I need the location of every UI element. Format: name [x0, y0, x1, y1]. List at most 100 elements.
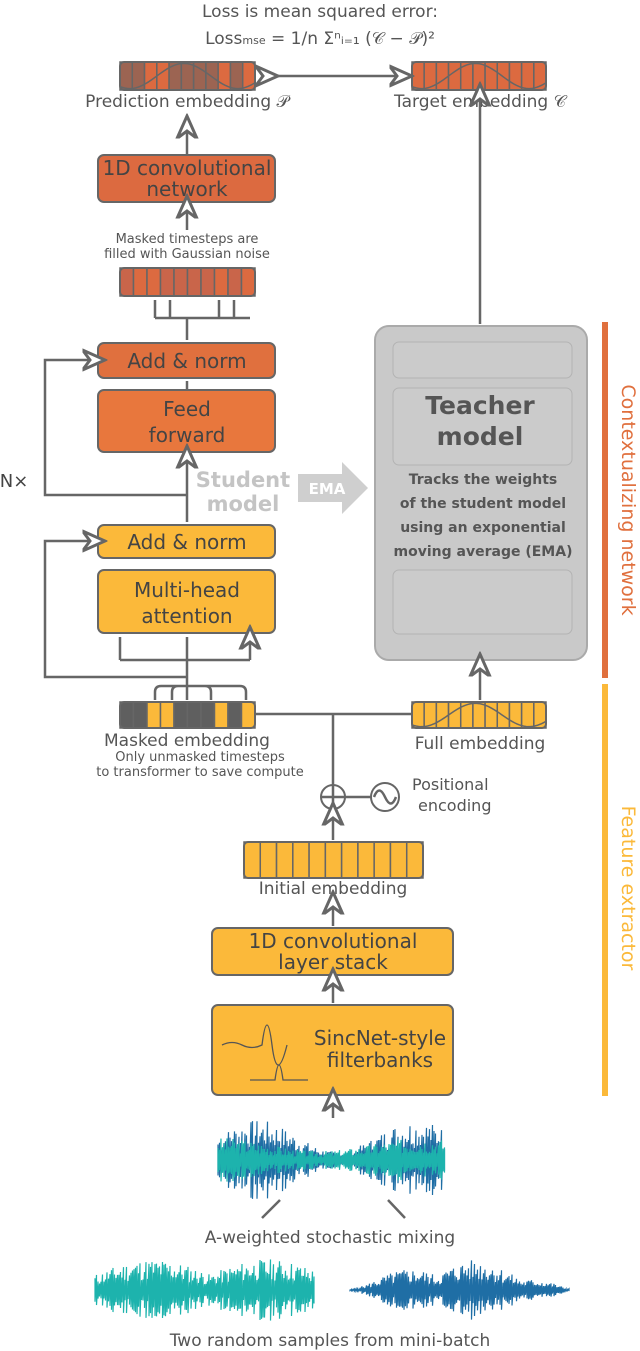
teacher-title: Teacher [425, 391, 535, 420]
embedding-cell [389, 841, 408, 879]
embedding-cell [275, 841, 294, 879]
add-norm-bottom-label: Add & norm [127, 530, 246, 554]
embedding-cell [324, 841, 343, 879]
embedding-cell [146, 267, 162, 297]
sincnet-label: filterbanks [327, 1048, 433, 1072]
teacher-layer [392, 569, 573, 635]
embedding-cell [132, 701, 148, 729]
embedding-cell [259, 841, 278, 879]
mixed-waveform [217, 1121, 446, 1199]
noise-filled-embedding [119, 267, 256, 297]
embedding-cell [240, 701, 256, 729]
embedding-cell [292, 841, 310, 879]
mha-label: Multi-head [134, 578, 240, 602]
sample-waveform-teal [94, 1259, 315, 1321]
embedding-cell [447, 61, 462, 91]
context-label: Contextualizing network [617, 384, 639, 615]
embedding-cell [119, 267, 135, 297]
embedding-cell [411, 61, 425, 91]
initial-embedding [243, 841, 424, 879]
embedding-cell [240, 267, 256, 297]
conv-stack-label: layer stack [278, 950, 388, 974]
teacher-desc: moving average (EMA) [394, 544, 573, 560]
embedding-cell [508, 701, 523, 729]
student-label: model [207, 492, 280, 516]
masked-embedding [119, 701, 256, 729]
embedding-cell [156, 61, 170, 91]
embedding-cell [200, 267, 216, 297]
teacher-layer [392, 341, 573, 379]
embedding-cell [373, 841, 392, 879]
masked-sub: Only unmasked timesteps [115, 750, 285, 765]
masked-note: Masked timesteps are [116, 232, 259, 247]
feature-label: Feature extractor [617, 806, 639, 971]
embedding-cell [186, 267, 202, 297]
feed-forward-label: forward [149, 423, 226, 447]
n-times-label: N× [0, 471, 28, 492]
embedding-cell [472, 61, 486, 91]
student-label: Student [196, 468, 290, 492]
teacher-title: model [437, 422, 524, 451]
masked-label: Masked embedding [104, 731, 270, 751]
masked-note: filled with Gaussian noise [104, 247, 270, 262]
samples-label: Two random samples from mini-batch [169, 1331, 491, 1351]
teacher-desc: Tracks the weights [409, 472, 557, 488]
embedding-cell [143, 61, 158, 91]
teacher-desc: of the student model [400, 496, 566, 512]
embedding-cell [243, 841, 262, 879]
embedding-cell [213, 267, 229, 297]
sample-waveform-blue [349, 1260, 570, 1320]
embedding-cell [119, 701, 135, 729]
embedding-cell [435, 61, 450, 91]
embedding-cell [173, 267, 189, 297]
embedding-cell [173, 701, 189, 729]
embedding-cell [308, 841, 327, 879]
embedding-cell [159, 267, 175, 297]
feed-forward-label: Feed [163, 397, 211, 421]
embedding-cell [213, 701, 229, 729]
embedding-cell [200, 701, 216, 729]
mha-label: attention [141, 604, 232, 628]
loss-title: Loss is mean squared error: [202, 2, 438, 22]
initial-label: Initial embedding [259, 879, 408, 899]
embedding-cell [520, 701, 535, 729]
embedding-cell [508, 61, 523, 91]
embedding-cell [180, 61, 195, 91]
add-norm-top-label: Add & norm [127, 349, 246, 373]
target-embedding [411, 61, 547, 91]
prediction-label: Prediction embedding 𝒫 [85, 92, 290, 112]
embedding-cell [357, 841, 375, 879]
loss-formula: Lossmse = 1/n Σⁿᵢ₌₁ (𝒞 − 𝒫)² [205, 29, 435, 49]
masked-sub: to transformer to save compute [96, 765, 304, 780]
full-label: Full embedding [415, 734, 546, 754]
feature-bar [602, 684, 608, 1096]
embedding-cell [229, 61, 244, 91]
context-bar [602, 322, 608, 678]
branch-lines [153, 300, 250, 340]
prediction-embedding [119, 61, 256, 91]
embedding-cell [227, 701, 243, 729]
positional-encoding-label: Positional [412, 775, 489, 794]
embedding-cell [186, 701, 202, 729]
mixing-label: A-weighted stochastic mixing [205, 1228, 455, 1248]
embedding-cell [472, 701, 486, 729]
embedding-cell [340, 841, 359, 879]
embedding-cell [146, 701, 162, 729]
embedding-cell [520, 61, 535, 91]
ema-label: EMA [309, 480, 346, 498]
teacher-desc: using an exponential [400, 520, 566, 536]
full-embedding [411, 701, 547, 729]
embedding-cell [159, 701, 175, 729]
embedding-cell [435, 701, 450, 729]
positional-encoding-label: encoding [418, 796, 491, 815]
embedding-cell [227, 267, 243, 297]
data2vec-diagram: Loss is mean squared error: Lossmse = 1/… [0, 2, 639, 1351]
embedding-cell [119, 61, 134, 91]
embedding-cell [132, 267, 148, 297]
embedding-cell [447, 701, 462, 729]
conv-network-label: network [146, 177, 228, 201]
embedding-cell [411, 701, 425, 729]
embedding-cell [405, 841, 424, 879]
sincnet-label: SincNet-style [314, 1026, 446, 1050]
embedding-cell [217, 61, 232, 91]
